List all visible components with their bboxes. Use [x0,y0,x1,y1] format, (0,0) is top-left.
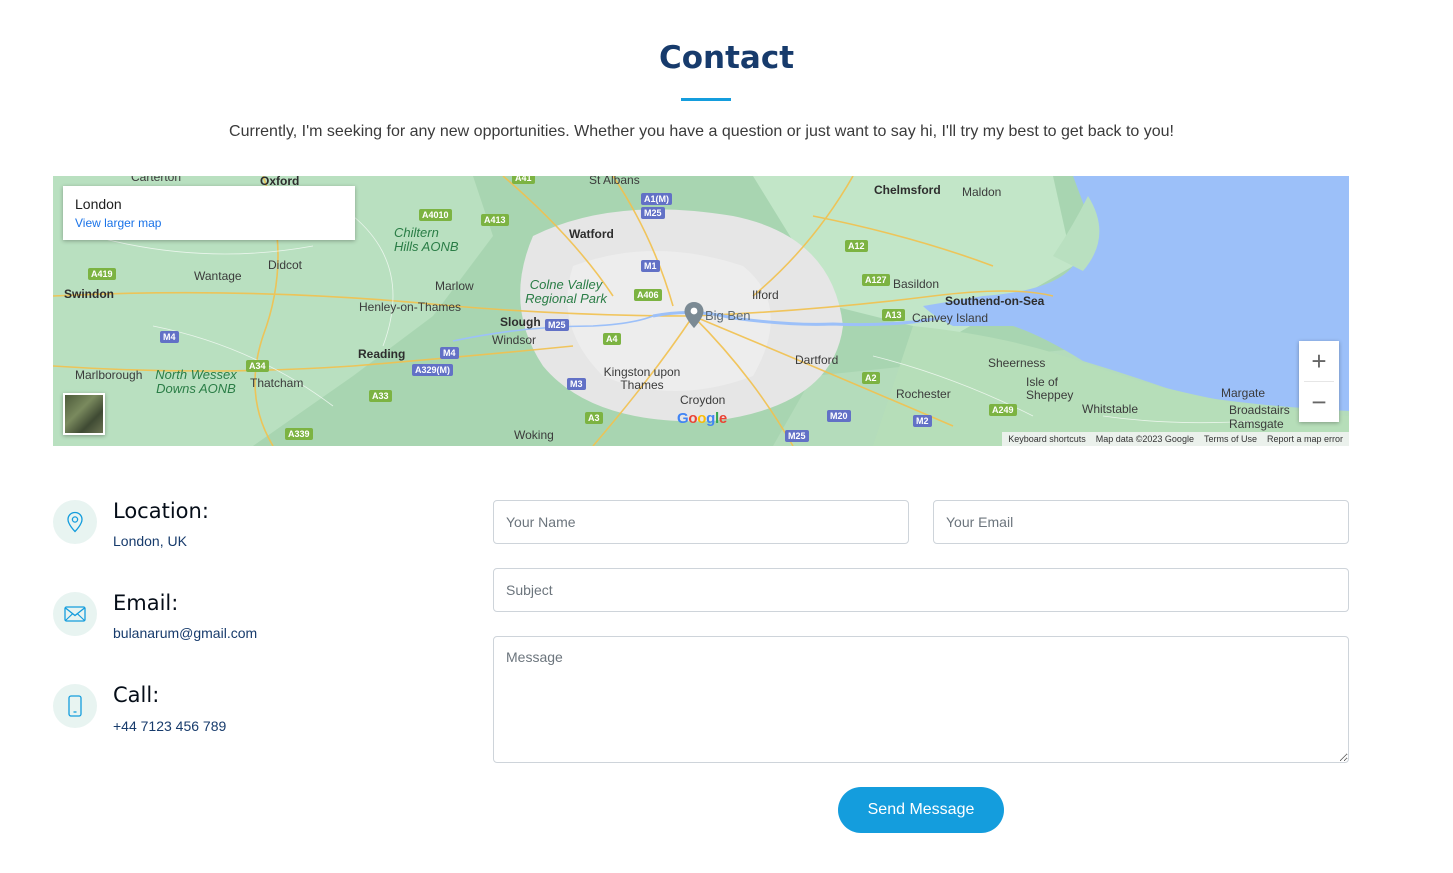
map-label-carterton: Carterton [131,176,182,184]
satellite-toggle[interactable] [63,393,105,435]
road-shield: A3 [585,412,603,424]
email-title: Email: [113,591,179,615]
view-larger-map-link[interactable]: View larger map [75,216,343,230]
road-shield: A419 [88,268,116,280]
embedded-map[interactable]: Carterton Oxford St Albans Chelmsford Ma… [53,176,1349,446]
terms-of-use-link[interactable]: Terms of Use [1204,434,1257,444]
map-label-rochester: Rochester [896,387,951,401]
road-shield: M3 [567,378,586,390]
map-label-thatcham: Thatcham [250,376,304,390]
map-label-dartford: Dartford [795,353,839,367]
map-place-name: London [75,196,122,212]
road-shield: A406 [634,289,662,301]
phone-icon [53,684,97,728]
map-label-st-albans: St Albans [589,176,640,187]
map-label-watford: Watford [569,227,614,241]
map-label-swindon: Swindon [64,287,114,301]
name-input[interactable] [493,500,909,544]
map-label-southend: Southend-on-Sea [945,294,1045,308]
map-place-card: London View larger map [63,186,355,240]
road-shield: A4010 [419,209,452,221]
road-shield: M25 [545,319,569,331]
map-label-canvey: Canvey Island [912,311,989,325]
call-title: Call: [113,683,160,707]
map-label-woking: Woking [514,428,554,442]
map-label-reading: Reading [358,347,406,361]
map-pin-icon [684,302,704,328]
map-label-windsor: Windsor [492,333,537,347]
road-shield: A12 [845,240,868,252]
title-underline [681,98,731,101]
map-label-ilford: Ilford [752,288,779,302]
map-label-chelmsford: Chelmsford [874,183,941,197]
map-park-chiltern: Chiltern Hills AONB [394,225,459,254]
email-value[interactable]: bulanarum@gmail.com [113,625,257,641]
road-shield: M2 [913,415,932,427]
map-park-north-wessex: North Wessex Downs AONB [155,367,237,396]
map-zoom-control: + − [1299,341,1339,422]
map-label-henley: Henley-on-Thames [359,300,462,314]
google-logo: Google [677,410,727,427]
road-shield: M4 [440,347,459,359]
location-title: Location: [113,499,209,523]
map-attribution: Keyboard shortcuts Map data ©2023 Google… [1002,432,1349,446]
map-label-margate: Margate [1221,386,1266,400]
map-label-sheppey: Isle of Sheppey [1026,375,1074,402]
map-label-wantage: Wantage [194,269,242,283]
send-message-button[interactable]: Send Message [838,787,1004,833]
road-shield: M25 [641,207,665,219]
map-label-ramsgate: Ramsgate [1229,417,1284,431]
map-label-kingston: Kingston upon Thames [603,365,681,392]
road-shield: M20 [827,410,851,422]
road-shield: A413 [481,214,509,226]
envelope-icon [53,592,97,636]
map-label-whitstable: Whitstable [1082,402,1139,416]
road-shield: A34 [246,360,269,372]
road-shield: A339 [285,428,313,440]
map-park-colne-valley: Colne Valley Regional Park [525,277,607,306]
map-label-didcot: Didcot [268,258,303,272]
road-shield: M25 [785,430,809,442]
section-intro: Currently, I'm seeking for any new oppor… [229,123,1174,140]
map-pin-label: Big Ben [705,308,751,323]
map-data-credit: Map data ©2023 Google [1095,434,1194,444]
map-label-sheerness: Sheerness [988,356,1046,370]
location-value: London, UK [113,533,187,549]
report-map-error-link[interactable]: Report a map error [1267,434,1343,444]
map-label-marlborough: Marlborough [75,368,143,382]
zoom-in-button[interactable]: + [1299,341,1339,381]
road-shield: A127 [862,274,890,286]
road-shield: M4 [160,331,179,343]
road-shield: A4 [603,333,621,345]
map-label-slough: Slough [500,315,541,329]
road-shield: M1 [641,260,660,272]
call-value[interactable]: +44 7123 456 789 [113,718,226,734]
map-label-basildon: Basildon [893,277,940,291]
road-shield: A329(M) [412,364,454,376]
map-label-marlow: Marlow [435,279,474,293]
road-shield: A249 [989,404,1017,416]
road-shield: A1(M) [641,193,672,205]
map-label-broadstairs: Broadstairs [1229,403,1290,417]
map-label-maldon: Maldon [962,185,1002,199]
road-shield: A33 [369,390,392,402]
map-label-croydon: Croydon [680,393,726,407]
road-shield: A13 [882,309,905,321]
keyboard-shortcuts-link[interactable]: Keyboard shortcuts [1008,434,1086,444]
road-shield: A2 [862,372,880,384]
zoom-out-button[interactable]: − [1299,382,1339,422]
location-pin-icon [53,500,97,544]
road-shield: A41 [512,176,535,184]
message-textarea[interactable] [493,636,1349,763]
section-title: Contact [658,40,795,76]
email-input[interactable] [933,500,1349,544]
subject-input[interactable] [493,568,1349,612]
